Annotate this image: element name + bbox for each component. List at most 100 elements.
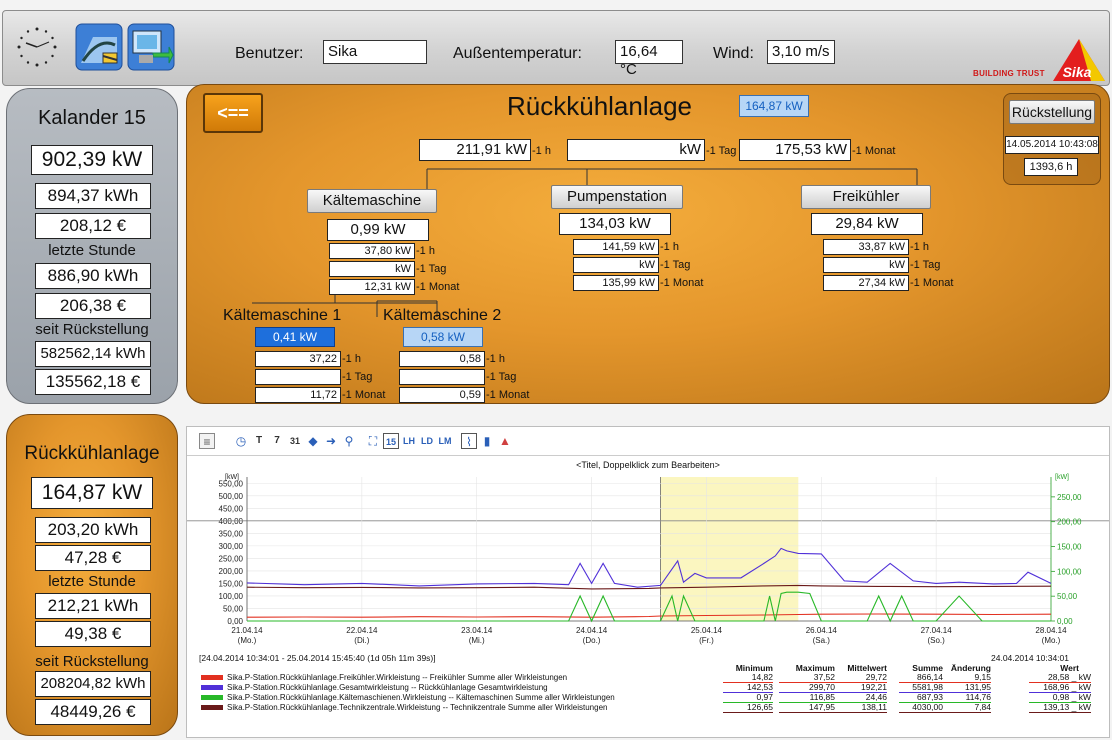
chart-lh-icon[interactable]: LH bbox=[401, 433, 417, 449]
km1-1monat-value: 11,72 bbox=[255, 387, 341, 403]
chart-lm-icon[interactable]: LM bbox=[437, 433, 453, 449]
x-tick-day: (Sa.) bbox=[813, 636, 831, 645]
km1-1tag-value bbox=[255, 369, 341, 385]
freikuehler-power: 29,84 kW bbox=[811, 213, 923, 235]
km2-1monat-value: 0,59 bbox=[399, 387, 485, 403]
menu-icon[interactable]: ≡ bbox=[199, 433, 215, 449]
chart-bar-icon[interactable]: ▮ bbox=[479, 433, 495, 449]
y-right-tick-label: 200,00 bbox=[1057, 518, 1082, 527]
pumpenstation-1tag-value: kW bbox=[573, 257, 659, 273]
y-left-tick-label: 200,00 bbox=[219, 567, 244, 576]
y-right-tick-label: 0,00 bbox=[1057, 617, 1073, 626]
arrow-right-icon[interactable]: ➜ bbox=[323, 433, 339, 449]
kalander-hour-cost: 206,38 € bbox=[35, 293, 151, 319]
legend-row[interactable]: Sika.P-Station.Rückkühlanlage.Technikzen… bbox=[201, 703, 1101, 713]
kalander-reset-cost: 135562,18 € bbox=[35, 369, 151, 395]
plant-overview-icon[interactable] bbox=[75, 23, 123, 71]
kaeltemaschine-1h-value: 37,80 kW bbox=[329, 243, 415, 259]
day-1-icon[interactable]: T bbox=[251, 433, 267, 449]
kalander-hour-energy: 886,90 kWh bbox=[35, 263, 151, 289]
kalander-power: 902,39 kW bbox=[31, 145, 153, 175]
pumpenstation-1tag-label: -1 Tag bbox=[660, 259, 691, 271]
kaeltemaschine-1tag-label: -1 Tag bbox=[416, 263, 447, 275]
x-tick-date: 25.04.14 bbox=[691, 626, 723, 635]
chart-area-icon[interactable]: ▲ bbox=[497, 433, 513, 449]
chart-legend: Sika.P-Station.Rückkühlanlage.Freikühler… bbox=[187, 673, 1109, 737]
legend-swatch bbox=[201, 695, 223, 700]
y-left-tick-label: 500,00 bbox=[219, 492, 244, 501]
kalander-reset-energy: 582562,14 kWh bbox=[35, 341, 151, 367]
y-left-tick-label: 100,00 bbox=[219, 592, 244, 601]
legend-series-name: Sika.P-Station.Rückkühlanlage.Kältemasch… bbox=[227, 693, 615, 702]
freikuehler-button[interactable]: Freikühler bbox=[801, 185, 931, 209]
clock-icon[interactable]: ◷ bbox=[233, 433, 249, 449]
rueckkuehl-hour-cost: 49,38 € bbox=[35, 621, 151, 647]
chart-title[interactable]: <Titel, Doppelklick zum Bearbeiten> bbox=[187, 460, 1109, 470]
pumpenstation-1monat-label: -1 Monat bbox=[660, 277, 704, 289]
zoom-icon[interactable]: ⚲ bbox=[341, 433, 357, 449]
day-7-icon[interactable]: 7 bbox=[269, 433, 285, 449]
pumpenstation-1h-value: 141,59 kW bbox=[573, 239, 659, 255]
km2-title: Kältemaschine 2 bbox=[383, 307, 502, 324]
trend-chart[interactable]: 550,00500,00450,00400,00350,00300,00250,… bbox=[187, 471, 1109, 651]
pumpenstation-power: 134,03 kW bbox=[559, 213, 671, 235]
y-left-tick-label: 350,00 bbox=[219, 529, 244, 538]
rueckkuehl-summary-title: Rückkühlanlage bbox=[24, 443, 160, 464]
kaeltemaschine-1monat-value: 12,31 kW bbox=[329, 279, 415, 295]
freikuehler-1tag-value: kW bbox=[823, 257, 909, 273]
user-field[interactable]: Sika bbox=[323, 40, 427, 64]
chart-15-icon[interactable]: 15 bbox=[383, 433, 399, 449]
km2-1tag-value bbox=[399, 369, 485, 385]
km2-1monat-label: -1 Monat bbox=[486, 389, 530, 401]
x-tick-day: (Mo.) bbox=[1042, 636, 1061, 645]
legend-swatch bbox=[201, 705, 223, 710]
freikuehler-1tag-label: -1 Tag bbox=[910, 259, 941, 271]
x-tick-day: (Mo.) bbox=[238, 636, 257, 645]
legend-stat-min: 126,65 bbox=[723, 703, 773, 713]
km1-power: 0,41 kW bbox=[255, 327, 335, 347]
km1-1h-value: 37,22 bbox=[255, 351, 341, 367]
y-left-tick-label: 150,00 bbox=[219, 579, 244, 588]
day-31-icon[interactable]: 31 bbox=[287, 433, 303, 449]
freikuehler-1monat-value: 27,34 kW bbox=[823, 275, 909, 291]
legend-stat-change: 7,84 bbox=[939, 703, 991, 713]
legend-row[interactable]: Sika.P-Station.Rückkühlanlage.Freikühler… bbox=[201, 673, 1101, 683]
freikuehler-1monat-label: -1 Monat bbox=[910, 277, 954, 289]
y-left-unit: [kW] bbox=[225, 474, 239, 481]
pumpenstation-1h-label: -1 h bbox=[660, 241, 679, 253]
rueckkuehl-summary-panel: Rückkühlanlage 164,87 kW 203,20 kWh 47,2… bbox=[6, 414, 178, 736]
kaeltemaschine-1tag-value: kW bbox=[329, 261, 415, 277]
legend-row[interactable]: Sika.P-Station.Rückkühlanlage.Kältemasch… bbox=[201, 693, 1101, 703]
rueckkuehl-hour-energy: 212,21 kWh bbox=[35, 593, 151, 619]
wind-field: 3,10 m/s bbox=[767, 40, 835, 64]
kaeltemaschine-power: 0,99 kW bbox=[327, 219, 429, 241]
freikuehler-1h-value: 33,87 kW bbox=[823, 239, 909, 255]
km2-1h-label: -1 h bbox=[486, 353, 505, 365]
x-tick-date: 28.04.14 bbox=[1035, 626, 1067, 635]
clock-icon[interactable] bbox=[13, 23, 61, 71]
trend-chart-panel: ≡ ◷ T 7 31 ◆ ➜ ⚲ ⛶ 15 LH LD LM ⌇ ▮ ▲ <Ti… bbox=[186, 426, 1110, 738]
legend-series-name: Sika.P-Station.Rückkühlanlage.Freikühler… bbox=[227, 673, 568, 682]
arrow-left-icon[interactable]: ◆ bbox=[305, 433, 321, 449]
legend-stat-value: 139,13 _ kW bbox=[1029, 703, 1091, 713]
pumpenstation-button[interactable]: Pumpenstation bbox=[551, 185, 683, 209]
y-right-tick-label: 150,00 bbox=[1057, 543, 1082, 552]
kalander-panel: Kalander 15 902,39 kW 894,37 kWh 208,12 … bbox=[6, 88, 178, 404]
outside-temp-field: 16,64 °C bbox=[615, 40, 683, 78]
kalander-hour-label: letzte Stunde bbox=[48, 242, 136, 259]
outside-temp-label: Außentemperatur: bbox=[453, 45, 582, 62]
top-bar: Benutzer: Sika Außentemperatur: 16,64 °C… bbox=[2, 10, 1110, 86]
x-tick-day: (Mi.) bbox=[469, 636, 485, 645]
kaeltemaschine-button[interactable]: Kältemaschine bbox=[307, 189, 437, 213]
screen-export-icon[interactable] bbox=[127, 23, 175, 71]
rueckkuehl-reset-energy: 208204,82 kWh bbox=[35, 671, 151, 697]
legend-row[interactable]: Sika.P-Station.Rückkühlanlage.Gesamtwirk… bbox=[201, 683, 1101, 693]
x-tick-date: 27.04.14 bbox=[921, 626, 953, 635]
chart-ld-icon[interactable]: LD bbox=[419, 433, 435, 449]
kaeltemaschine-1monat-label: -1 Monat bbox=[416, 281, 460, 293]
kalander-title: Kalander 15 bbox=[38, 107, 146, 129]
chart-mode-icon[interactable]: ⛶ bbox=[365, 433, 381, 449]
rueckkuehl-energy-value: 203,20 kWh bbox=[35, 517, 151, 543]
y-left-tick-label: 450,00 bbox=[219, 504, 244, 513]
chart-line-icon[interactable]: ⌇ bbox=[461, 433, 477, 449]
